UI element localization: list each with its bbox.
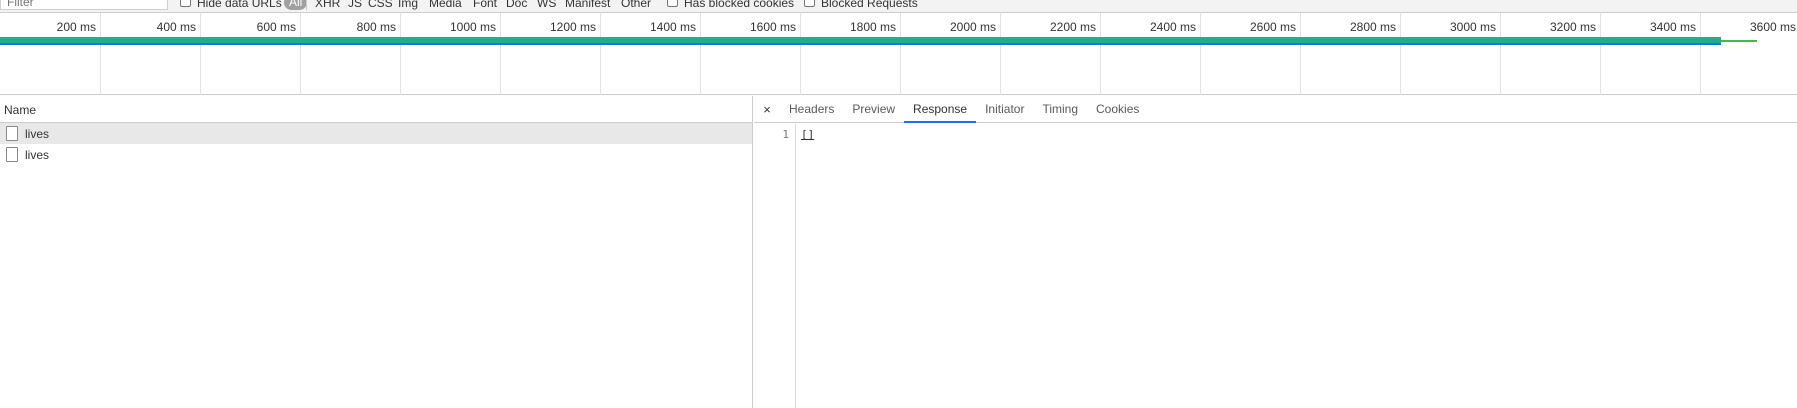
timeline-tick-label: 1800 ms <box>849 20 896 34</box>
column-header-name[interactable]: Name <box>0 96 752 123</box>
table-row[interactable]: lives <box>0 123 752 144</box>
timeline-gridline <box>600 13 601 95</box>
timeline-tick-label: 2800 ms <box>1349 20 1396 34</box>
type-filter-font[interactable]: Font <box>473 0 497 10</box>
timeline-tick-label: 600 ms <box>256 20 296 34</box>
details-tabbar: × Headers Preview Response Initiator Tim… <box>754 96 1797 123</box>
timeline-tick-label: 2400 ms <box>1149 20 1196 34</box>
tab-timing[interactable]: Timing <box>1033 96 1087 122</box>
request-name: lives <box>25 126 50 141</box>
timeline-gridline <box>1300 13 1301 95</box>
document-icon <box>6 147 18 162</box>
has-blocked-cookies-label: Has blocked cookies <box>684 0 795 10</box>
timeline-gridline <box>500 13 501 95</box>
document-icon <box>6 126 18 141</box>
type-filter-css[interactable]: CSS <box>368 0 393 10</box>
type-filter-ws[interactable]: WS <box>537 0 556 10</box>
timeline-gridline <box>1500 13 1501 95</box>
type-filter-img[interactable]: Img <box>398 0 418 10</box>
request-details-pane: × Headers Preview Response Initiator Tim… <box>754 96 1797 408</box>
timeline-gridline <box>1000 13 1001 95</box>
timeline-gridline <box>200 13 201 95</box>
timeline-overview[interactable]: 200 ms 400 ms 600 ms 800 ms 1000 ms 1200 ms 14… <box>0 13 1797 95</box>
timeline-tick-label: 1600 ms <box>749 20 796 34</box>
timeline-gridline <box>1400 13 1401 95</box>
timeline-gridline <box>900 13 901 95</box>
timeline-tick-label: 3400 ms <box>1649 20 1696 34</box>
tab-response[interactable]: Response <box>904 96 977 123</box>
response-viewer[interactable]: 1 [] <box>754 124 1797 408</box>
timeline-tick-label: 2000 ms <box>949 20 996 34</box>
timeline-tick-label: 200 ms <box>56 20 96 34</box>
type-filter-manifest[interactable]: Manifest <box>565 0 610 10</box>
blocked-requests-label: Blocked Requests <box>821 0 918 10</box>
timeline-gridline <box>300 13 301 95</box>
table-row[interactable]: lives <box>0 144 752 165</box>
timeline-gridline <box>1600 13 1601 95</box>
tab-headers[interactable]: Headers <box>780 96 843 122</box>
type-filter-doc[interactable]: Doc <box>506 0 527 10</box>
filter-toolbar: Hide data URLs All XHR JS CSS Img Media … <box>0 0 1797 13</box>
blocked-requests-checkbox[interactable] <box>804 0 815 7</box>
timeline-gridline <box>100 13 101 95</box>
timeline-gridline <box>400 13 401 95</box>
timeline-tick-label: 3200 ms <box>1549 20 1596 34</box>
filter-input[interactable] <box>0 0 168 10</box>
timeline-tick-label: 1200 ms <box>549 20 596 34</box>
request-waterfall-tail <box>1721 40 1757 42</box>
timeline-gridline <box>700 13 701 95</box>
timeline-tick-label: 3600 ms <box>1749 20 1796 34</box>
response-text: [] <box>801 128 815 141</box>
hide-data-urls-label: Hide data URLs <box>197 0 282 10</box>
timeline-tick-label: 800 ms <box>356 20 396 34</box>
timeline-tick-label: 400 ms <box>156 20 196 34</box>
request-list: Name lives lives <box>0 96 753 408</box>
toolbar-divider <box>306 0 307 10</box>
hide-data-urls-checkbox[interactable] <box>180 0 191 7</box>
type-filter-other[interactable]: Other <box>621 0 651 10</box>
timeline-tick-label: 1400 ms <box>649 20 696 34</box>
request-waterfall-bar <box>0 37 1721 45</box>
tab-cookies[interactable]: Cookies <box>1087 96 1148 122</box>
type-filter-all[interactable]: All <box>284 0 308 10</box>
tab-preview[interactable]: Preview <box>843 96 904 122</box>
line-number: 1 <box>754 124 796 408</box>
timeline-tick-label: 2200 ms <box>1049 20 1096 34</box>
request-name: lives <box>25 147 50 162</box>
timeline-gridline <box>1100 13 1101 95</box>
close-icon[interactable]: × <box>754 96 780 122</box>
has-blocked-cookies-checkbox[interactable] <box>667 0 678 7</box>
timeline-gridline <box>1200 13 1201 95</box>
timeline-tick-label: 3000 ms <box>1449 20 1496 34</box>
tab-initiator[interactable]: Initiator <box>976 96 1033 122</box>
timeline-gridline <box>800 13 801 95</box>
timeline-gridline <box>1700 13 1701 95</box>
timeline-tick-label: 2600 ms <box>1249 20 1296 34</box>
type-filter-xhr[interactable]: XHR <box>315 0 340 10</box>
type-filter-js[interactable]: JS <box>348 0 362 10</box>
type-filter-media[interactable]: Media <box>429 0 462 10</box>
response-content[interactable]: [] <box>796 124 814 408</box>
timeline-tick-label: 1000 ms <box>449 20 496 34</box>
